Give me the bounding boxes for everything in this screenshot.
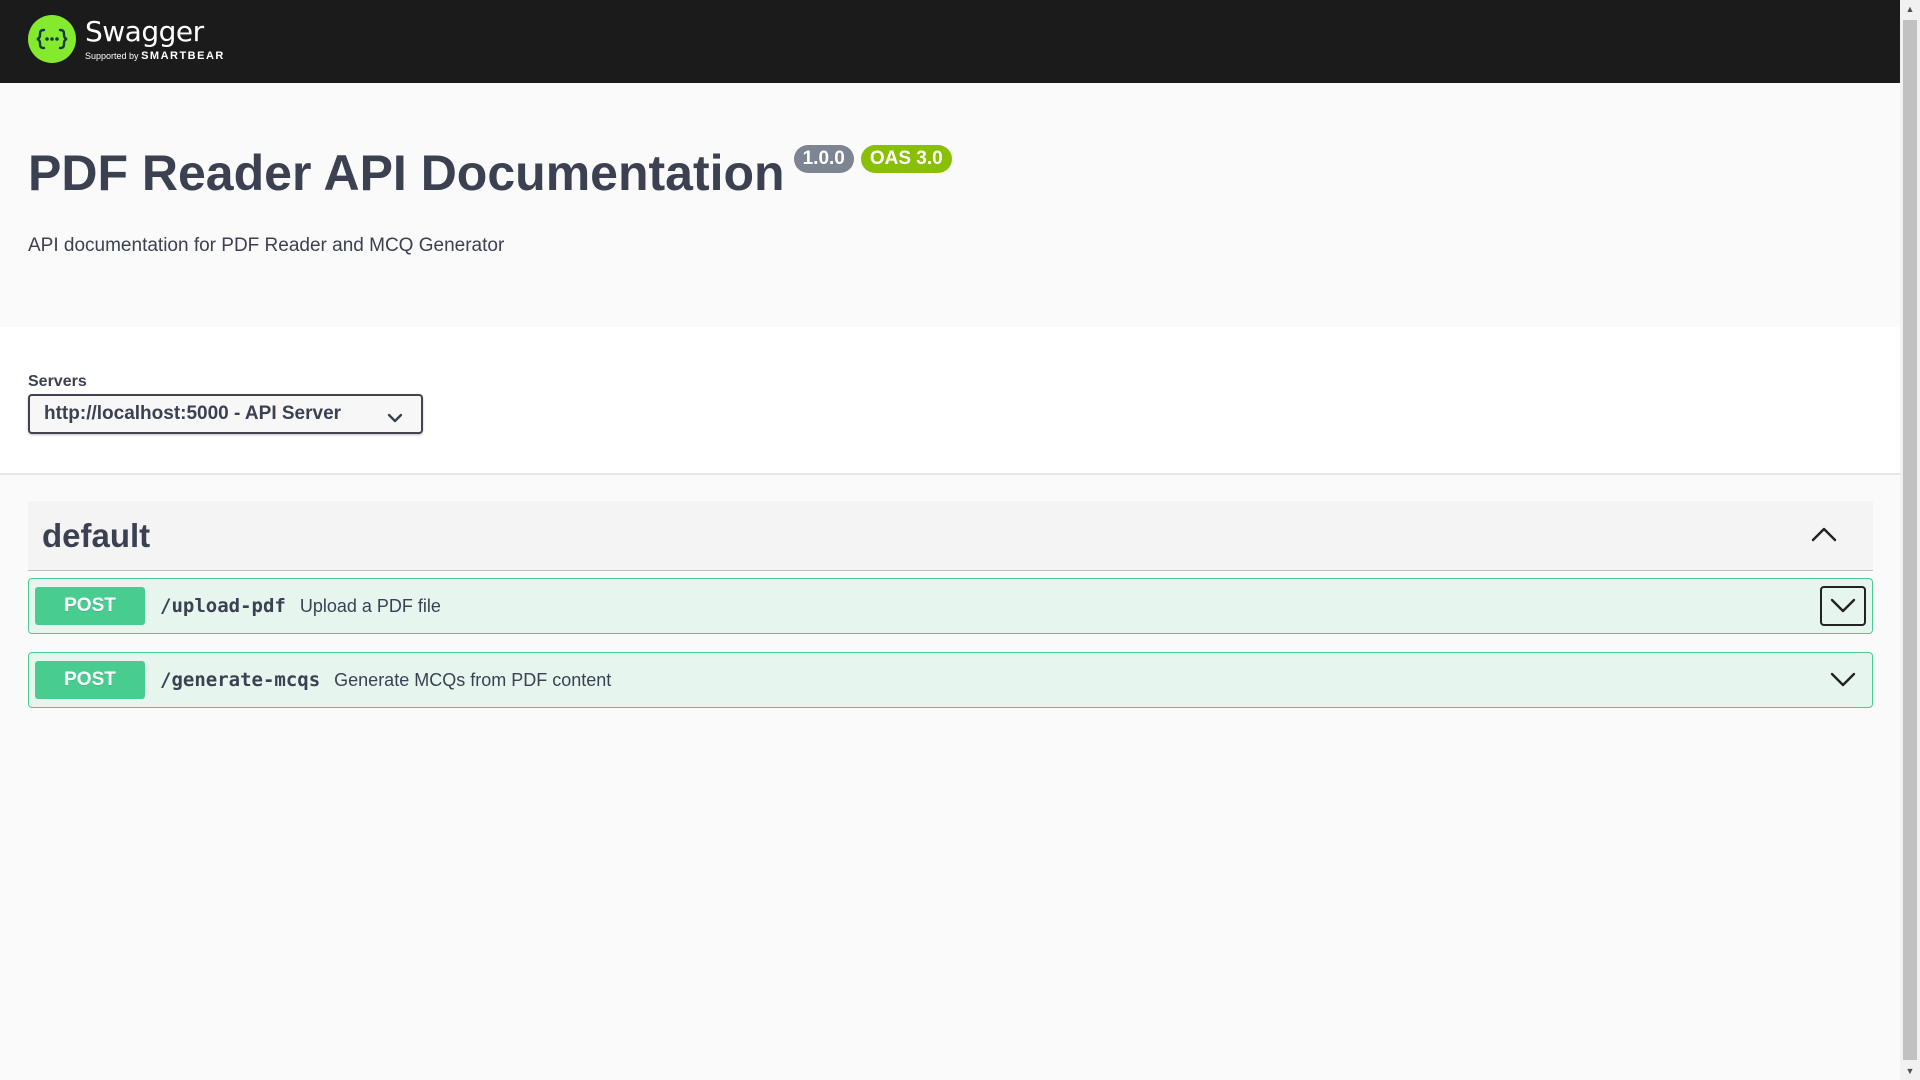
logo-name: Swagger	[85, 14, 204, 48]
swagger-braces-icon	[28, 15, 76, 63]
logo-subtitle: Supported by SMARTBEAR	[85, 50, 225, 62]
scroll-down-arrow-icon[interactable]: ▼	[1900, 1062, 1920, 1080]
servers-selected-value: http://localhost:5000 - API Server	[44, 403, 342, 424]
topbar: Swagger Supported by SMARTBEAR	[0, 0, 1900, 83]
version-badge: 1.0.0	[793, 145, 854, 173]
servers-section: Servers http://localhost:5000 - API Serv…	[0, 327, 1900, 475]
chevron-down-icon[interactable]	[1820, 660, 1866, 700]
servers-select[interactable]: http://localhost:5000 - API Server	[28, 394, 423, 434]
logo-sub-prefix: Supported by	[85, 50, 139, 61]
operation-summary: Generate MCQs from PDF content	[334, 669, 612, 690]
servers-label: Servers	[28, 373, 87, 390]
method-badge: POST	[35, 587, 145, 625]
logo-sub-brand: SMARTBEAR	[141, 49, 225, 62]
operation-generate-mcqs[interactable]: POST /generate-mcqs Generate MCQs from P…	[28, 652, 1873, 708]
operation-summary: Upload a PDF file	[299, 595, 441, 616]
vertical-scrollbar[interactable]: ▲ ▼	[1900, 0, 1920, 1080]
operation-path: /upload-pdf	[160, 595, 286, 617]
api-description: API documentation for PDF Reader and MCQ…	[28, 235, 505, 256]
logo-text: Swagger Supported by SMARTBEAR	[85, 14, 225, 62]
oas-badge: OAS 3.0	[860, 145, 952, 173]
method-badge: POST	[35, 661, 145, 699]
info-section: PDF Reader API Documentation 1.0.0 OAS 3…	[0, 83, 1900, 327]
tag-default[interactable]: default	[28, 501, 1873, 571]
scrollbar-thumb[interactable]	[1903, 20, 1917, 1060]
page-title: PDF Reader API Documentation	[28, 145, 785, 201]
chevron-down-icon[interactable]	[1820, 586, 1866, 626]
title-row: PDF Reader API Documentation 1.0.0 OAS 3…	[28, 145, 952, 201]
operation-upload-pdf[interactable]: POST /upload-pdf Upload a PDF file	[28, 578, 1873, 634]
chevron-down-icon	[387, 408, 403, 430]
scroll-up-arrow-icon[interactable]: ▲	[1900, 0, 1920, 18]
swagger-logo-link[interactable]: Swagger Supported by SMARTBEAR	[28, 15, 225, 63]
tag-name: default	[42, 516, 151, 554]
chevron-up-icon[interactable]	[1811, 525, 1837, 548]
operation-path: /generate-mcqs	[160, 669, 321, 691]
